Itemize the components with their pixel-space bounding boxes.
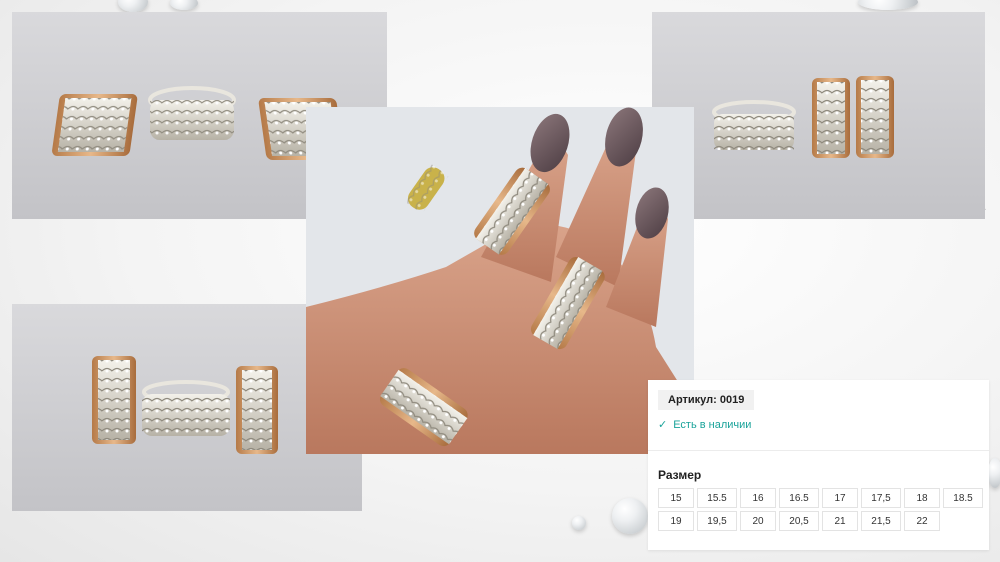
size-option[interactable]: 16	[740, 488, 776, 508]
product-info-panel: Артикул: 0019 ✓ Есть в наличии Размер 15 …	[648, 380, 989, 550]
size-title: Размер	[658, 468, 702, 482]
water-drop-decoration	[858, 0, 918, 10]
size-option[interactable]: 18.5	[943, 488, 983, 508]
size-option[interactable]: 16.5	[779, 488, 819, 508]
water-drop-decoration	[118, 0, 148, 12]
size-option[interactable]: 17	[822, 488, 858, 508]
size-option[interactable]: 20,5	[779, 511, 819, 531]
availability-status: ✓ Есть в наличии	[658, 418, 751, 431]
size-option[interactable]: 15.5	[697, 488, 737, 508]
size-option[interactable]: 19	[658, 511, 694, 531]
size-option[interactable]: 18	[904, 488, 940, 508]
jewelry-image	[652, 12, 985, 219]
size-option[interactable]: 22	[904, 511, 940, 531]
size-option[interactable]: 15	[658, 488, 694, 508]
product-photo-on-hand[interactable]	[306, 107, 694, 454]
jewelry-on-hand-image	[306, 107, 694, 454]
water-drop-decoration	[988, 458, 1000, 488]
water-drop-decoration	[572, 516, 586, 530]
availability-label: Есть в наличии	[673, 419, 752, 431]
check-icon: ✓	[658, 419, 668, 431]
product-photo-set-3[interactable]	[652, 12, 985, 219]
water-drop-decoration	[612, 498, 648, 534]
size-option[interactable]: 20	[740, 511, 776, 531]
size-options: 15 15.5 16 16.5 17 17,5 18 18.5 19 19,5 …	[658, 488, 983, 531]
water-drop-decoration	[170, 0, 198, 10]
size-option[interactable]: 17,5	[861, 488, 901, 508]
divider	[648, 450, 989, 451]
sku-badge: Артикул: 0019	[658, 390, 755, 410]
size-option[interactable]: 21,5	[861, 511, 901, 531]
size-option[interactable]: 19,5	[697, 511, 737, 531]
size-option[interactable]: 21	[822, 511, 858, 531]
